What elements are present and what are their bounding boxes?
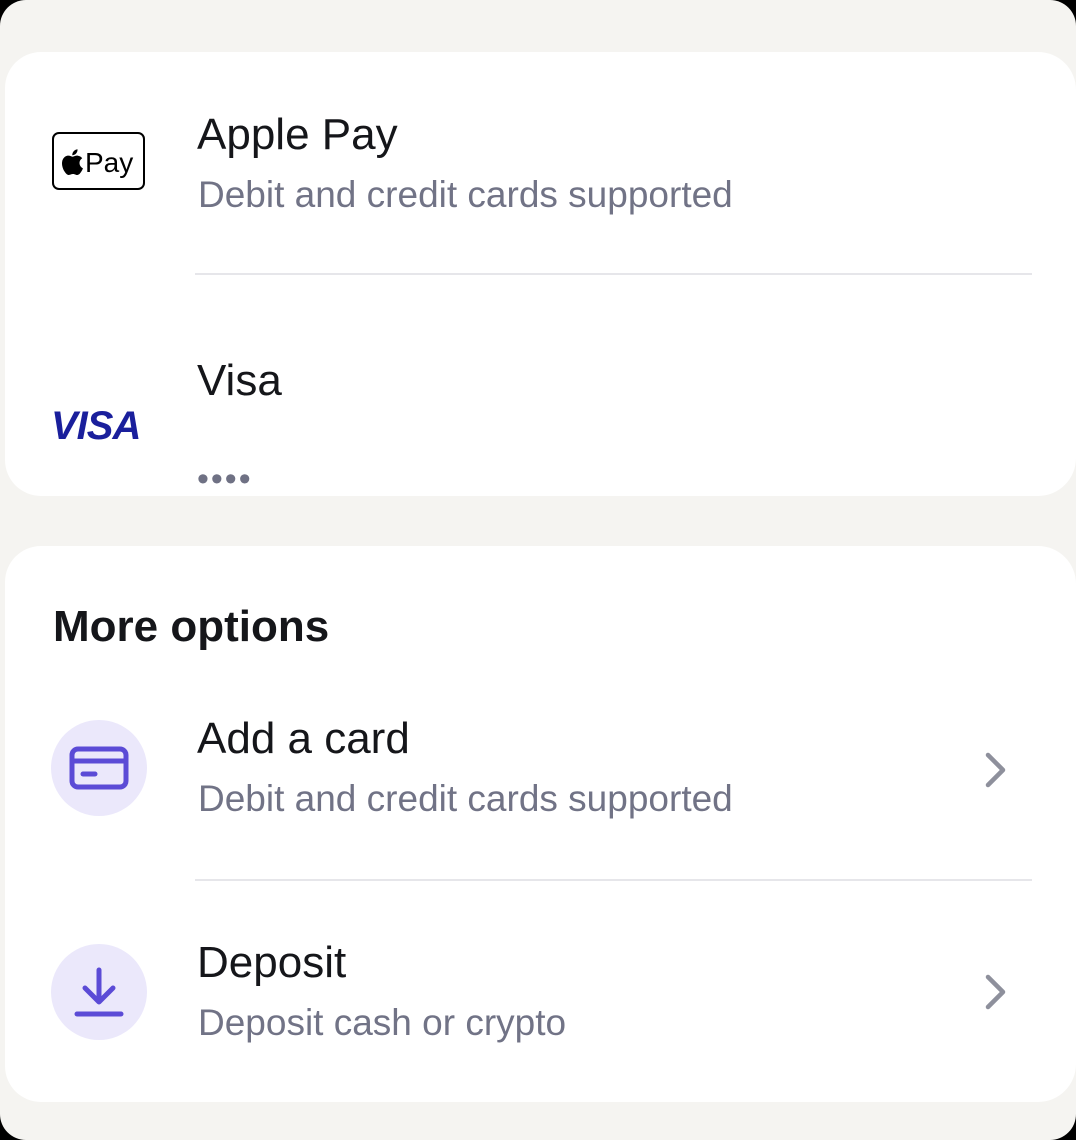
more-options-card: More options Add a card Debit and credit… [5, 546, 1076, 1102]
more-options-heading: More options [53, 602, 330, 651]
chevron-right-icon [985, 752, 1006, 788]
svg-text:Pay: Pay [85, 147, 133, 178]
apple-pay-logo: Pay [52, 132, 145, 190]
card-icon-badge [51, 720, 147, 816]
deposit-subtitle: Deposit cash or crypto [198, 1002, 567, 1043]
visa-logo: VISA [51, 404, 141, 448]
apple-pay-option[interactable]: Pay Apple Pay Debit and credit cards sup… [5, 52, 1076, 274]
screen: Pay Apple Pay Debit and credit cards sup… [0, 0, 1076, 1140]
download-icon [74, 967, 124, 1017]
download-icon-badge [51, 944, 147, 1040]
apple-icon [61, 149, 83, 176]
visa-option[interactable]: VISA Visa •••• [5, 274, 1076, 498]
visa-title: Visa [197, 356, 282, 405]
apple-pay-subtitle: Debit and credit cards supported [198, 174, 733, 215]
card-icon [69, 746, 129, 790]
deposit-title: Deposit [197, 938, 347, 987]
masked-card-number: •••• [197, 460, 253, 498]
apple-pay-title: Apple Pay [197, 110, 398, 159]
deposit-option[interactable]: Deposit Deposit cash or crypto [5, 878, 1076, 1102]
add-card-subtitle: Debit and credit cards supported [198, 778, 733, 819]
add-card-option[interactable]: Add a card Debit and credit cards suppor… [5, 696, 1076, 878]
add-card-title: Add a card [197, 714, 410, 763]
payment-methods-card: Pay Apple Pay Debit and credit cards sup… [5, 52, 1076, 498]
chevron-right-icon [985, 974, 1006, 1010]
